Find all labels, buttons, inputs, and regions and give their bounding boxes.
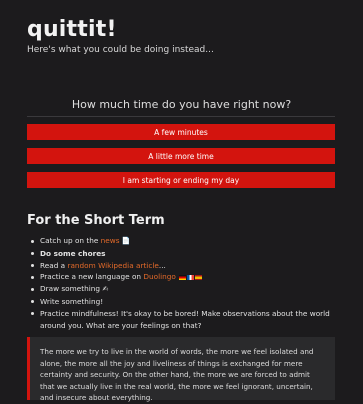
item-text: Draw something: [40, 284, 103, 294]
spanish-flag-icon: [195, 274, 203, 280]
item-text: Write something!: [40, 296, 104, 306]
list-item: Do some chores: [27, 248, 337, 260]
quote-block: The more we try to live in the world of …: [27, 337, 335, 403]
list-item: Practice mindfulness! It's okay to be bo…: [27, 308, 337, 332]
item-text: Read a: [40, 260, 68, 270]
list-item: Read a random Wikipedia article...: [27, 260, 337, 272]
divider: [27, 116, 335, 117]
page: quittit! Here's what you could be doing …: [0, 0, 363, 403]
french-flag-icon: [187, 274, 195, 280]
item-text: Catch up on the: [40, 236, 101, 245]
wikipedia-link[interactable]: random Wikipedia article: [67, 261, 158, 270]
start-end-day-button[interactable]: I am starting or ending my day: [27, 172, 335, 188]
duolingo-link[interactable]: Duolingo: [143, 272, 175, 281]
newspaper-icon: 📄: [121, 237, 131, 245]
item-text: ...: [158, 260, 166, 270]
short-term-heading: For the Short Term: [27, 213, 165, 228]
item-text: Do some chores: [40, 248, 106, 258]
suggestion-list: Catch up on the news 📄 Do some chores Re…: [27, 235, 337, 331]
few-minutes-button[interactable]: A few minutes: [27, 124, 335, 140]
more-time-button[interactable]: A little more time: [27, 148, 335, 164]
item-text: Practice a new language on: [40, 272, 144, 282]
tagline: Here's what you could be doing instead..…: [27, 45, 214, 55]
list-item: Practice a new language on Duolingo: [27, 271, 337, 283]
german-flag-icon: [179, 274, 187, 280]
writing-hand-icon: ✍: [102, 285, 109, 294]
time-question: How much time do you have right now?: [71, 98, 292, 111]
app-title: quittit!: [27, 17, 117, 42]
list-item: Draw something ✍: [27, 283, 337, 296]
list-item: Catch up on the news 📄: [27, 235, 337, 248]
quote-text: The more we try to live in the world of …: [40, 347, 314, 403]
item-text: Practice mindfulness! It's okay to be bo…: [40, 308, 330, 330]
news-link[interactable]: news: [101, 236, 120, 245]
list-item: Write something!: [27, 296, 337, 308]
